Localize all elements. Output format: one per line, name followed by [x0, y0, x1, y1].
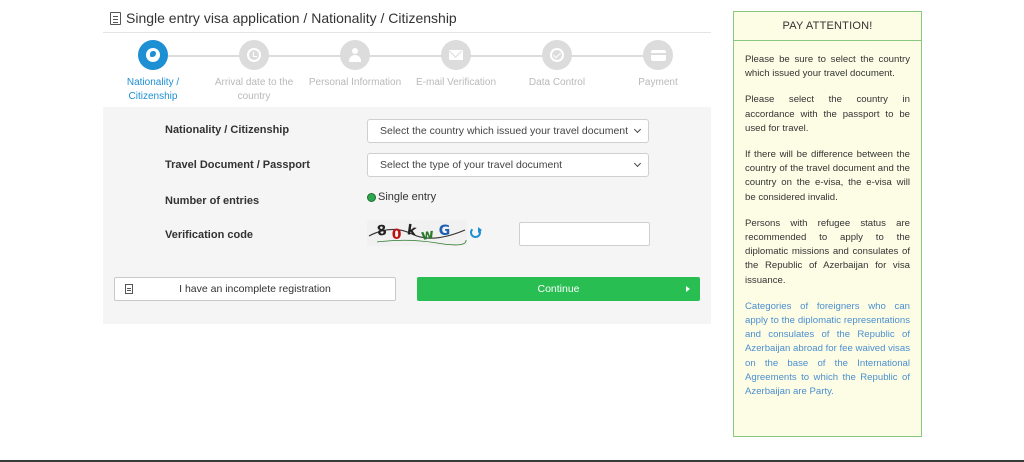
refresh-captcha-icon[interactable] [470, 227, 482, 238]
page-title: Single entry visa application / National… [110, 10, 457, 26]
verification-code-input[interactable] [519, 222, 650, 246]
document-icon [110, 11, 121, 25]
captcha-text: 80kwGu [375, 222, 467, 246]
step-label: Arrival date to the country [214, 77, 294, 102]
clock-icon [247, 48, 261, 62]
envelope-icon [449, 50, 463, 60]
pay-attention-panel: PAY ATTENTION! Please be sure to select … [733, 11, 922, 437]
captcha-glyph: 0 [391, 227, 404, 243]
notice-paragraph: Persons with refugee status are recommen… [745, 217, 910, 286]
step-circle [643, 40, 673, 70]
step-circle [441, 40, 471, 70]
single-entry-label: Single entry [378, 191, 437, 203]
credit-card-icon [650, 49, 666, 61]
step-arrival-date[interactable]: Arrival date to the country [204, 40, 304, 104]
continue-label: Continue [537, 283, 580, 295]
globe-icon [146, 48, 160, 62]
title-divider [103, 32, 711, 33]
nationality-select[interactable]: Select the country which issued your tra… [367, 119, 649, 143]
verification-code-label: Verification code [165, 229, 254, 241]
captcha-glyph: k [405, 222, 419, 240]
single-entry-radio[interactable] [367, 192, 376, 202]
pay-attention-title: PAY ATTENTION! [734, 12, 921, 41]
step-circle [138, 40, 168, 70]
application-form: Nationality / Citizenship Select the cou… [103, 107, 711, 324]
travel-document-select-value: Select the type of your travel document [380, 159, 563, 171]
captcha-image: 80kwGu [367, 220, 467, 246]
step-label: E-mail Verification [415, 77, 497, 88]
continue-button[interactable]: Continue [417, 277, 700, 301]
notice-paragraph: Please select the country in accordance … [745, 94, 910, 134]
entries-label: Number of entries [165, 195, 260, 207]
step-label: Personal Information [308, 77, 402, 88]
notice-paragraph: Please be sure to select the country whi… [745, 54, 910, 80]
captcha-glyph: G [438, 223, 453, 239]
page-title-text: Single entry visa application / National… [126, 10, 457, 26]
step-personal-information[interactable]: Personal Information [305, 40, 405, 90]
step-label: Payment [638, 77, 678, 88]
nationality-select-value: Select the country which issued your tra… [380, 125, 629, 137]
notice-paragraph: If there will be difference between the … [745, 149, 910, 203]
chevron-down-icon [633, 125, 642, 134]
travel-document-label: Travel Document / Passport [165, 159, 310, 171]
check-circle-icon [550, 48, 564, 62]
step-payment[interactable]: Payment [608, 40, 708, 90]
captcha-glyph: w [419, 226, 437, 244]
chevron-down-icon [633, 159, 642, 168]
steps-connector [153, 55, 661, 57]
single-entry-option[interactable]: Single entry [367, 191, 436, 203]
step-circle [239, 40, 269, 70]
step-label: Data Control [528, 77, 586, 88]
chevron-right-icon [686, 286, 690, 292]
nationality-label: Nationality / Citizenship [165, 124, 290, 136]
travel-document-select[interactable]: Select the type of your travel document [367, 153, 649, 177]
file-icon [125, 284, 133, 294]
step-nationality[interactable]: Nationality / Citizenship [103, 40, 203, 104]
incomplete-registration-label: I have an incomplete registration [179, 283, 331, 295]
step-circle [542, 40, 572, 70]
captcha-glyph: u [376, 242, 390, 246]
pay-attention-body: Please be sure to select the country whi… [734, 41, 921, 399]
step-email-verification[interactable]: E-mail Verification [406, 40, 506, 90]
step-data-control[interactable]: Data Control [507, 40, 607, 90]
step-circle [340, 40, 370, 70]
user-icon [348, 48, 362, 62]
incomplete-registration-button[interactable]: I have an incomplete registration [114, 277, 396, 301]
progress-steps: Nationality / Citizenship Arrival date t… [103, 40, 711, 106]
step-label: Nationality / Citizenship [126, 77, 180, 102]
captcha-glyph: 8 [375, 222, 390, 240]
fee-waived-visas-link[interactable]: Categories of foreigners who can apply t… [745, 300, 910, 399]
